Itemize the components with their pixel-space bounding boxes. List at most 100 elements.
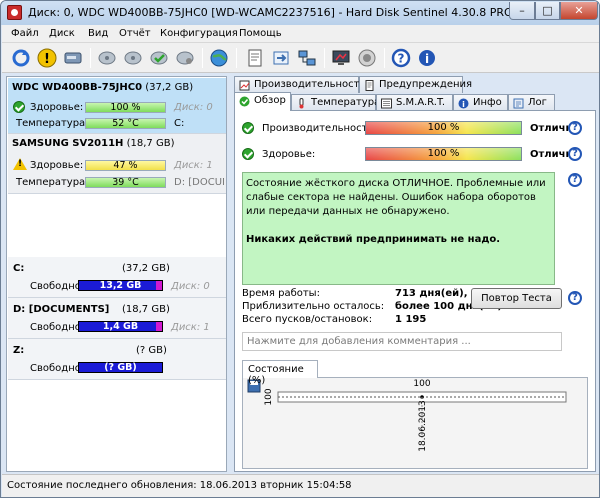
x-tick-label: 18.06.2013 [418, 400, 428, 452]
partition-z-free-bar: (? GB) [78, 362, 163, 373]
partition-c-free-bar: 13,2 GB [78, 280, 163, 291]
disk-1-health-bar: 47 % [85, 160, 166, 171]
minimize-button[interactable]: – [509, 2, 535, 20]
help-icon[interactable]: ? [390, 47, 412, 69]
health-label: Здоровье: [262, 149, 316, 160]
menu-bar: Файл Диск Вид Отчёт Конфигурация Помощь [2, 25, 599, 43]
overview-panel: Производительность: 100 % Отлично ? Здор… [234, 110, 596, 472]
status-recommendation: Никаких действий предпринимать не надо. [246, 234, 501, 245]
log-tab-icon [513, 98, 524, 109]
description-help-icon[interactable]: ? [568, 173, 582, 187]
tab-alerts-label: Предупреждения [379, 79, 473, 90]
tab-performance-label: Производительность [254, 79, 366, 90]
disk-1-drive: D: [DOCUMENTS] [174, 177, 224, 188]
partition-c-free-value: 13,2 GB [99, 280, 142, 291]
remaining-label: Приблизительно осталось: [242, 301, 385, 312]
disk-0-title: WDC WD400BB-75JHC0 (37,2 GB) [12, 82, 194, 93]
info-icon[interactable]: i [416, 47, 438, 69]
disk-list-panel: WDC WD400BB-75JHC0 (37,2 GB) Здоровье: 1… [6, 76, 227, 472]
tab-overview[interactable]: Обзор [234, 92, 291, 111]
performance-tab-icon [239, 80, 250, 91]
alerts-tab-icon [364, 80, 375, 91]
partition-z-name: Z: [13, 345, 25, 356]
menu-configuration[interactable]: Конфигурация [160, 28, 238, 39]
partition-d-used-marker [156, 322, 162, 331]
menu-view[interactable]: Вид [88, 28, 108, 39]
disk-card-1[interactable]: SAMSUNG SV2011H (18,7 GB) Здоровье: 47 %… [8, 134, 226, 194]
y-tick-label: 100 [264, 388, 274, 405]
window-title: Диск: 0, WDC WD400BB-75JHC0 [WD-WCAMC223… [28, 6, 513, 19]
disk-1-temp-label: Температура: [16, 177, 89, 188]
toolbar: ! ? i [2, 43, 599, 73]
performance-value: 100 % [427, 122, 460, 133]
partition-d-free-label: Свободно [30, 322, 81, 333]
disk-test-icon[interactable] [62, 47, 84, 69]
partition-d-disk: Диск: 1 [171, 322, 210, 333]
tab-health-history[interactable]: Состояние (%) [242, 360, 318, 386]
tab-overview-label: Обзор [254, 95, 286, 106]
disk-0-health-label: Здоровье: [30, 102, 84, 113]
partition-c-disk: Диск: 0 [171, 281, 210, 292]
retest-help-icon[interactable]: ? [568, 291, 582, 305]
menu-report[interactable]: Отчёт [119, 28, 151, 39]
disk-0-drive: C: [174, 118, 185, 129]
menu-help[interactable]: Помощь [239, 28, 282, 39]
disk-0-temp-bar: 52 °C [85, 118, 166, 129]
partition-c-size: (37,2 GB) [122, 263, 170, 274]
tab-alerts[interactable]: Предупреждения [359, 76, 472, 93]
report-icon[interactable] [244, 47, 266, 69]
hdd-icon-1[interactable] [96, 47, 118, 69]
disk-1-temp-bar: 39 °C [85, 177, 166, 188]
partition-d-name: D: [DOCUMENTS] [13, 304, 110, 315]
disk-1-title: SAMSUNG SV2011H (18,7 GB) [12, 138, 175, 149]
network-icon[interactable] [296, 47, 318, 69]
disk-0-health-bar: 100 % [85, 102, 166, 113]
disk-1-health-label: Здоровье: [30, 160, 84, 171]
performance-bar: 100 % [365, 121, 522, 135]
menu-disk[interactable]: Диск [49, 28, 75, 39]
comment-input[interactable]: Нажмите для добавления комментария ... [242, 332, 562, 351]
maximize-button[interactable]: □ [535, 2, 560, 20]
send-report-icon[interactable] [270, 47, 292, 69]
health-help-icon[interactable]: ? [568, 147, 582, 161]
health-chart-area: 100 100 18.06.2013 [242, 377, 588, 469]
hdd-check-icon[interactable] [148, 47, 170, 69]
tab-info[interactable]: i Инфо [453, 94, 508, 111]
retest-button[interactable]: Повтор Теста [471, 288, 562, 309]
disk-0-index: Диск: 0 [174, 102, 213, 113]
health-bar: 100 % [365, 147, 522, 161]
performance-help-icon[interactable]: ? [568, 121, 582, 135]
monitor-icon[interactable] [330, 47, 352, 69]
status-bar: Состояние последнего обновления: 18.06.2… [2, 474, 599, 497]
disk-1-index: Диск: 1 [174, 160, 213, 171]
partition-z-size: (? GB) [136, 345, 167, 356]
tab-performance[interactable]: Производительность [234, 76, 365, 93]
partition-card-d[interactable]: D: [DOCUMENTS] (18,7 GB) Свободно 1,4 GB… [8, 298, 226, 339]
health-history-chart: 100 100 18.06.2013 [247, 379, 567, 452]
tab-smart[interactable]: S.M.A.R.T. [376, 94, 453, 111]
svg-text:i: i [425, 52, 429, 66]
menu-file[interactable]: Файл [11, 28, 39, 39]
status-description: Состояние жёсткого диска ОТЛИЧНОЕ. Пробл… [242, 172, 555, 285]
performance-label: Производительность: [262, 123, 377, 134]
tab-smart-label: S.M.A.R.T. [396, 97, 446, 108]
status-bar-text: Состояние последнего обновления: 18.06.2… [7, 480, 352, 491]
tab-temperature[interactable]: Температура [291, 94, 380, 111]
refresh-icon[interactable] [10, 47, 32, 69]
data-label: 100 [413, 379, 430, 389]
close-button[interactable]: ✕ [560, 2, 598, 20]
globe-icon[interactable] [208, 47, 230, 69]
hdd-icon-2[interactable] [122, 47, 144, 69]
partition-card-z[interactable]: Z: (? GB) Свободно (? GB) [8, 339, 226, 380]
warning-icon[interactable]: ! [36, 47, 58, 69]
hdd-settings-icon[interactable] [174, 47, 196, 69]
svg-text:i: i [462, 100, 465, 109]
sound-icon[interactable] [356, 47, 378, 69]
tab-log[interactable]: Лог [508, 94, 555, 111]
partition-z-free-label: Свободно [30, 363, 81, 374]
app-icon [7, 5, 22, 20]
partition-card-c[interactable]: C: (37,2 GB) Свободно 13,2 GB Диск: 0 [8, 257, 226, 298]
chart-marks: 100 100 18.06.2013 [264, 379, 566, 452]
disk-card-0[interactable]: WDC WD400BB-75JHC0 (37,2 GB) Здоровье: 1… [8, 78, 226, 134]
partition-c-used-marker [156, 281, 162, 290]
